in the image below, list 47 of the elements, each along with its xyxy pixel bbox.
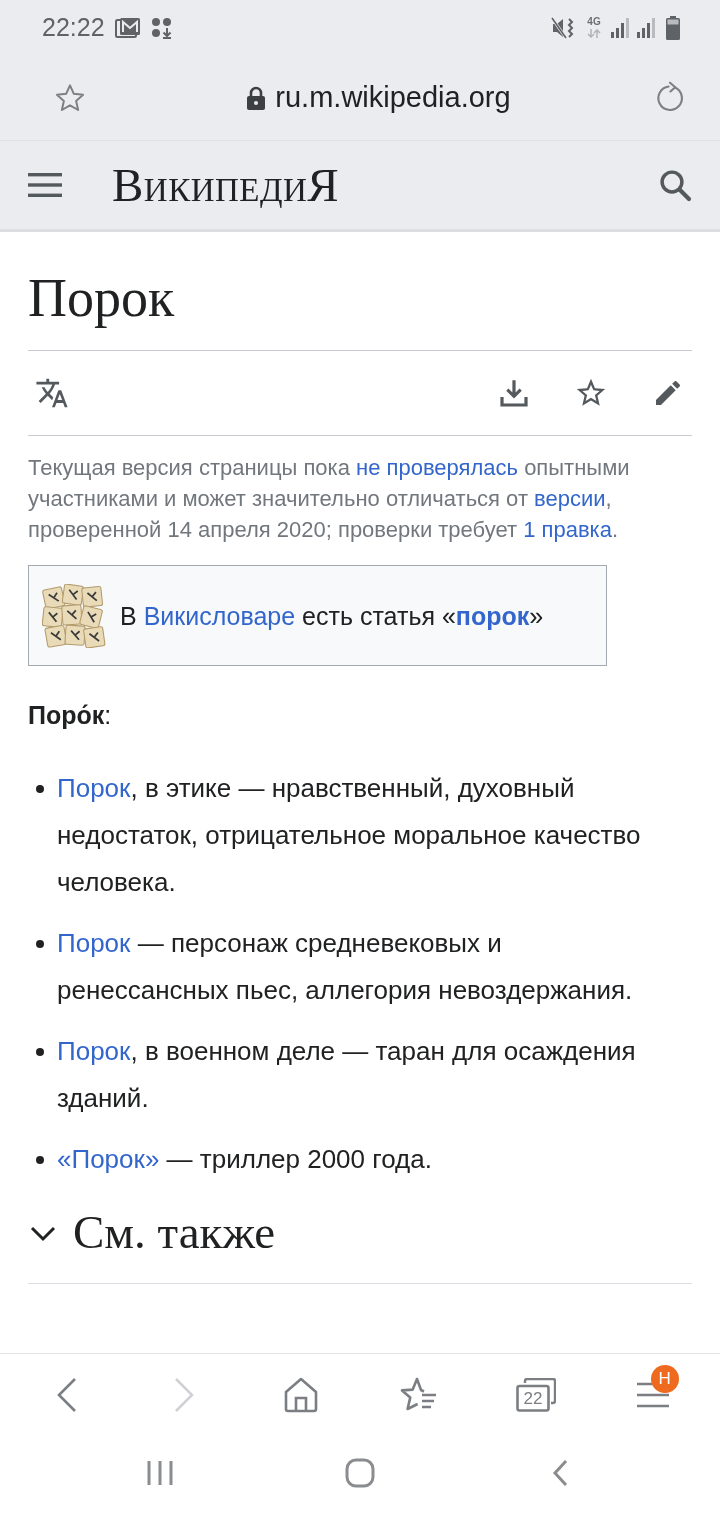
article-link[interactable]: Викисловаре — [143, 601, 296, 630]
definition-term: Поро́к: — [28, 700, 113, 731]
article-link[interactable]: 1 правка — [523, 517, 612, 542]
lock-icon — [246, 85, 267, 110]
download-dots-icon — [150, 16, 173, 39]
list-item: Порок, в этике — нравственный, духовный недостаток, отрицательное моральное качество человека. — [57, 772, 642, 899]
network-type-label: 4G — [587, 17, 601, 27]
article-link[interactable]: не проверялась — [356, 455, 518, 480]
menu-button[interactable]: H — [594, 1354, 712, 1435]
back-nav-icon[interactable] — [552, 1458, 568, 1487]
url-text[interactable]: ru.m.wikipedia.org — [275, 83, 511, 112]
article-link[interactable]: Порок — [57, 1036, 131, 1066]
article-title: Порок — [28, 269, 176, 327]
bullet-icon — [36, 1155, 44, 1164]
status-time: 22:22 — [42, 15, 105, 40]
tabs-button[interactable]: 22 — [477, 1354, 595, 1435]
bullet-icon — [36, 939, 44, 948]
article-link[interactable]: порок — [455, 601, 530, 630]
review-notice: Текущая версия страницы пока не проверялась опытными участниками и может значительно отличаться от версии, проверенной 14 апреля 2020; проверки требует 1 правка. — [28, 454, 631, 544]
article-link[interactable]: Порок — [57, 773, 131, 803]
sister-project-text: В Викисловаре есть статья «порок» — [120, 600, 544, 631]
download-icon[interactable] — [498, 377, 530, 409]
list-item: «Порок» — триллер 2000 года. — [57, 1143, 433, 1176]
recent-apps-icon[interactable] — [147, 1459, 173, 1486]
mail-icon — [114, 16, 141, 39]
list-item: Порок, в военном деле — таран для осаждения зданий. — [57, 1035, 637, 1115]
article-link[interactable]: версии — [534, 486, 606, 511]
star-icon[interactable] — [54, 81, 86, 114]
bullet-icon — [36, 1047, 44, 1056]
chevron-icon[interactable] — [30, 1226, 56, 1242]
letter-tiles-icon — [42, 583, 106, 648]
signal-icon — [636, 17, 656, 38]
battery-icon — [666, 15, 680, 40]
bullet-icon — [36, 784, 44, 793]
search-icon[interactable] — [657, 167, 693, 203]
home-nav-icon[interactable] — [345, 1457, 375, 1488]
data-arrows-icon — [587, 29, 601, 38]
article-link[interactable]: Порок — [57, 928, 131, 958]
signal-icon — [610, 17, 630, 38]
menu-icon[interactable] — [28, 172, 62, 198]
article-link[interactable]: «Порок» — [57, 1144, 160, 1174]
notification-badge: H — [650, 1365, 679, 1393]
translate-icon[interactable] — [35, 376, 69, 410]
section-heading[interactable]: См. также — [73, 1204, 276, 1260]
vibrate-mute-icon — [551, 15, 575, 40]
list-item: Порок — персонаж средневековых и ренессансных пьес, аллегория невоздержания. — [57, 927, 634, 1007]
site-logo[interactable]: ВикипедиЯ — [112, 161, 340, 209]
